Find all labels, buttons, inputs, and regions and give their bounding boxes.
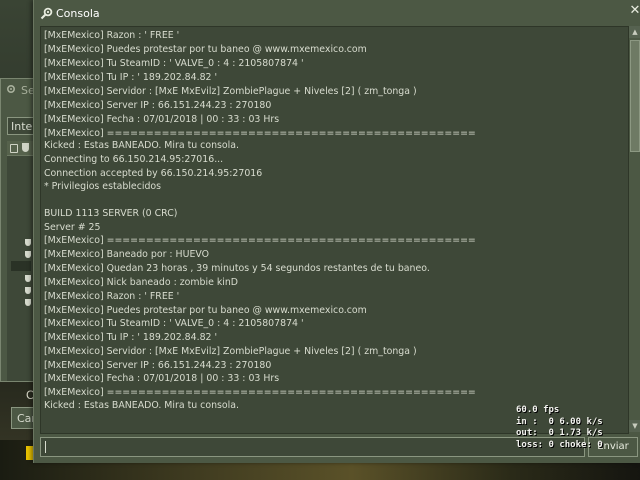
net-graph-loss: loss: 0 choke: 0 [516,439,603,450]
console-line: Connection accepted by 66.150.214.95:270… [44,168,263,179]
console-line: [MxEMexico] Tu SteamID : ' VALVE_0 : 4 :… [44,318,304,329]
shield-icon [25,239,31,246]
server-list-row-selected[interactable] [11,261,31,271]
console-line: * Privilegios establecidos [44,181,162,192]
net-graph-out: out: 0 1.73 k/s [516,428,603,438]
net-graph: 60.0 fps in : 0 6.00 k/s out: 0 1.73 k/s lo… [516,405,640,461]
steam-gear-icon [40,7,53,20]
console-line: [MxEMexico] Baneado por : HUEVO [44,249,210,260]
console-line: Connecting to 66.150.214.95:27016... [44,154,224,165]
shield-icon [22,143,29,152]
close-icon[interactable]: ✕ [628,4,640,18]
console-line: [MxEMexico] Server IP : 66.151.244.23 : … [44,360,272,371]
console-line: [MxEMexico] ============================… [44,235,476,246]
console-line: [MxEMexico] Tu SteamID : ' VALVE_0 : 4 :… [44,58,304,69]
console-line: [MxEMexico] Fecha : 07/01/2018 | 00 : 33… [44,373,280,384]
shield-icon [25,275,31,282]
scroll-up-icon[interactable]: ▲ [629,26,640,38]
console-line: [MxEMexico] Puedes protestar por tu bane… [44,305,367,316]
shield-icon [25,287,31,294]
console-titlebar[interactable]: Consola ✕ [34,0,640,26]
console-line: [MxEMexico] Servidor : [MxE MxEvilz] Zom… [44,86,417,97]
console-line: [MxEMexico] Razon : ' FREE ' [44,30,180,41]
console-line: [MxEMexico] Tu IP : ' 189.202.84.82 ' [44,72,218,83]
console-line: [MxEMexico] Tu IP : ' 189.202.84.82 ' [44,332,218,343]
lock-icon [10,144,18,153]
console-line: BUILD 1113 SERVER (0 CRC) [44,208,178,219]
console-line: [MxEMexico] Puedes protestar por tu bane… [44,44,367,55]
shield-icon [25,251,31,258]
console-line: [MxEMexico] Razon : ' FREE ' [44,291,180,302]
console-output[interactable]: [MxEMexico] Razon : ' FREE ' [MxEMexico]… [40,26,629,434]
console-line: [MxEMexico] Server IP : 66.151.244.23 : … [44,100,272,111]
console-scrollbar[interactable]: ▲ ▼ [629,26,640,432]
scrollbar-thumb[interactable] [630,40,640,152]
console-line: [MxEMexico] Servidor : [MxE MxEvilz] Zom… [44,346,417,357]
command-input[interactable] [40,437,585,457]
net-graph-in: in : 0 6.00 k/s [516,416,603,427]
net-graph-fps: 60.0 fps [516,405,560,415]
console-window: Consola ✕ [MxEMexico] Razon : ' FREE ' [… [33,0,640,463]
shield-icon [25,299,31,306]
console-line: [MxEMexico] Fecha : 07/01/2018 | 00 : 33… [44,114,280,125]
text-caret [45,441,46,453]
console-line: [MxEMexico] ============================… [44,387,476,398]
console-line: Kicked : Estas BANEADO. Mira tu consola. [44,400,239,411]
steam-gear-icon [6,84,16,94]
console-title: Consola [56,7,100,20]
console-line: Kicked : Estas BANEADO. Mira tu consola. [44,140,239,151]
console-line: Server # 25 [44,222,101,233]
console-line: [MxEMexico] Quedan 23 horas , 39 minutos… [44,263,430,274]
console-line: [MxEMexico] Nick baneado : zombie kinD [44,277,239,288]
